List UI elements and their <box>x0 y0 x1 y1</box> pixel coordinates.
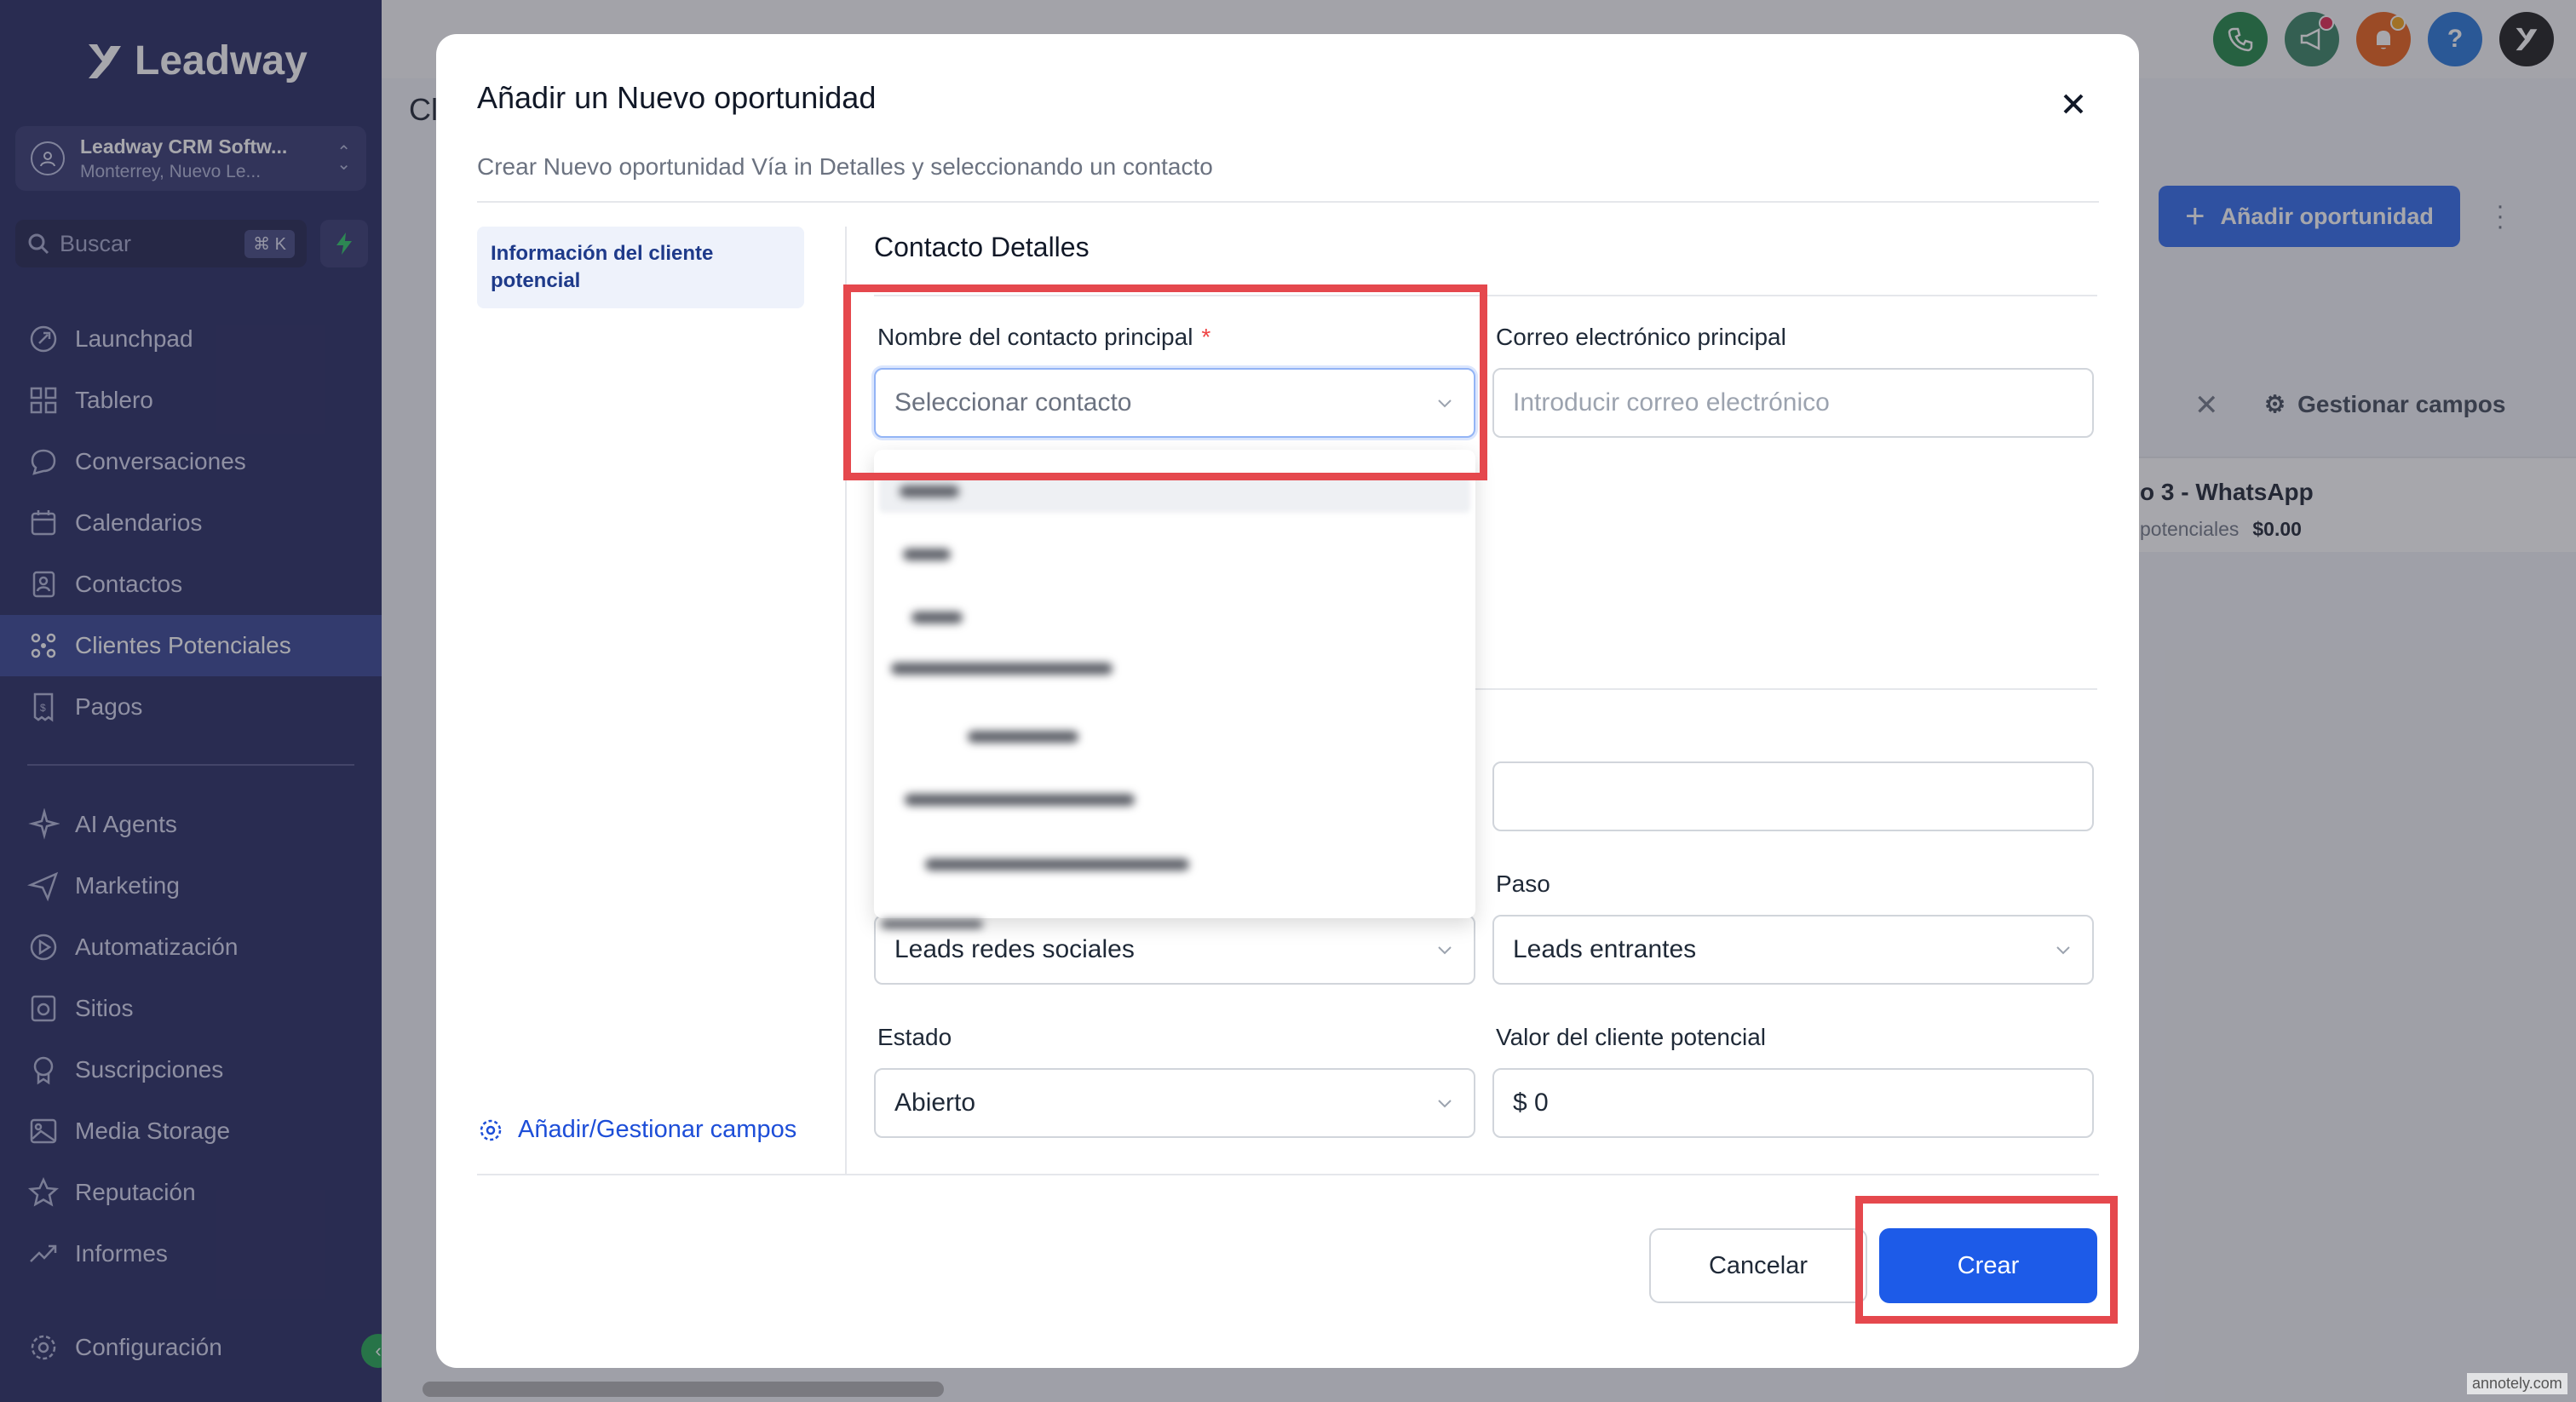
dropdown-option <box>881 920 983 928</box>
stage-select[interactable]: Leads entrantes <box>1492 915 2094 985</box>
dropdown-option[interactable] <box>891 663 1113 675</box>
status-select[interactable]: Abierto <box>874 1068 1475 1138</box>
value-input[interactable]: $ 0 <box>1492 1068 2094 1138</box>
dropdown-option[interactable] <box>968 731 1078 743</box>
cancel-button[interactable]: Cancelar <box>1649 1228 1867 1303</box>
dropdown-option[interactable] <box>903 549 951 560</box>
email-field[interactable]: Introducir correo electrónico <box>1492 368 2094 438</box>
dropdown-option-highlighted[interactable] <box>879 475 1470 513</box>
dropdown-option[interactable] <box>925 859 1189 871</box>
divider <box>1475 688 2097 690</box>
divider <box>477 201 2099 203</box>
modal-subtitle: Crear Nuevo oportunidad Vía in Detalles … <box>477 153 1213 180</box>
gear-icon <box>480 1119 502 1141</box>
close-icon[interactable] <box>2055 85 2092 123</box>
status-label: Estado <box>877 1024 952 1050</box>
divider <box>477 1174 2099 1175</box>
dropdown-option[interactable] <box>911 612 963 623</box>
watermark: annotely.com <box>2467 1373 2567 1394</box>
contact-dropdown <box>874 450 1475 918</box>
chevron-down-icon <box>2056 946 2070 955</box>
email-label: Correo electrónico principal <box>1496 324 1786 350</box>
stage-label: Paso <box>1496 871 1550 897</box>
horizontal-scrollbar[interactable] <box>423 1382 944 1397</box>
dropdown-option[interactable] <box>900 486 959 497</box>
chevron-down-icon <box>1438 946 1452 955</box>
add-opportunity-modal: Añadir un Nuevo oportunidad Crear Nuevo … <box>436 34 2139 1368</box>
pipeline-name-field[interactable] <box>1492 761 2094 831</box>
manage-fields-link[interactable]: Añadir/Gestionar campos <box>477 1116 796 1144</box>
annotation-box-create <box>1855 1196 2118 1324</box>
chevron-down-icon <box>1438 1100 1452 1108</box>
annotation-box-contact <box>843 284 1487 480</box>
value-label: Valor del cliente potencial <box>1496 1024 1767 1050</box>
dropdown-option[interactable] <box>905 794 1135 806</box>
modal-title: Añadir un Nuevo oportunidad <box>477 80 877 115</box>
section-title: Contacto Detalles <box>874 232 1090 262</box>
tab-lead-info[interactable]: Información del cliente potencial <box>477 227 804 308</box>
